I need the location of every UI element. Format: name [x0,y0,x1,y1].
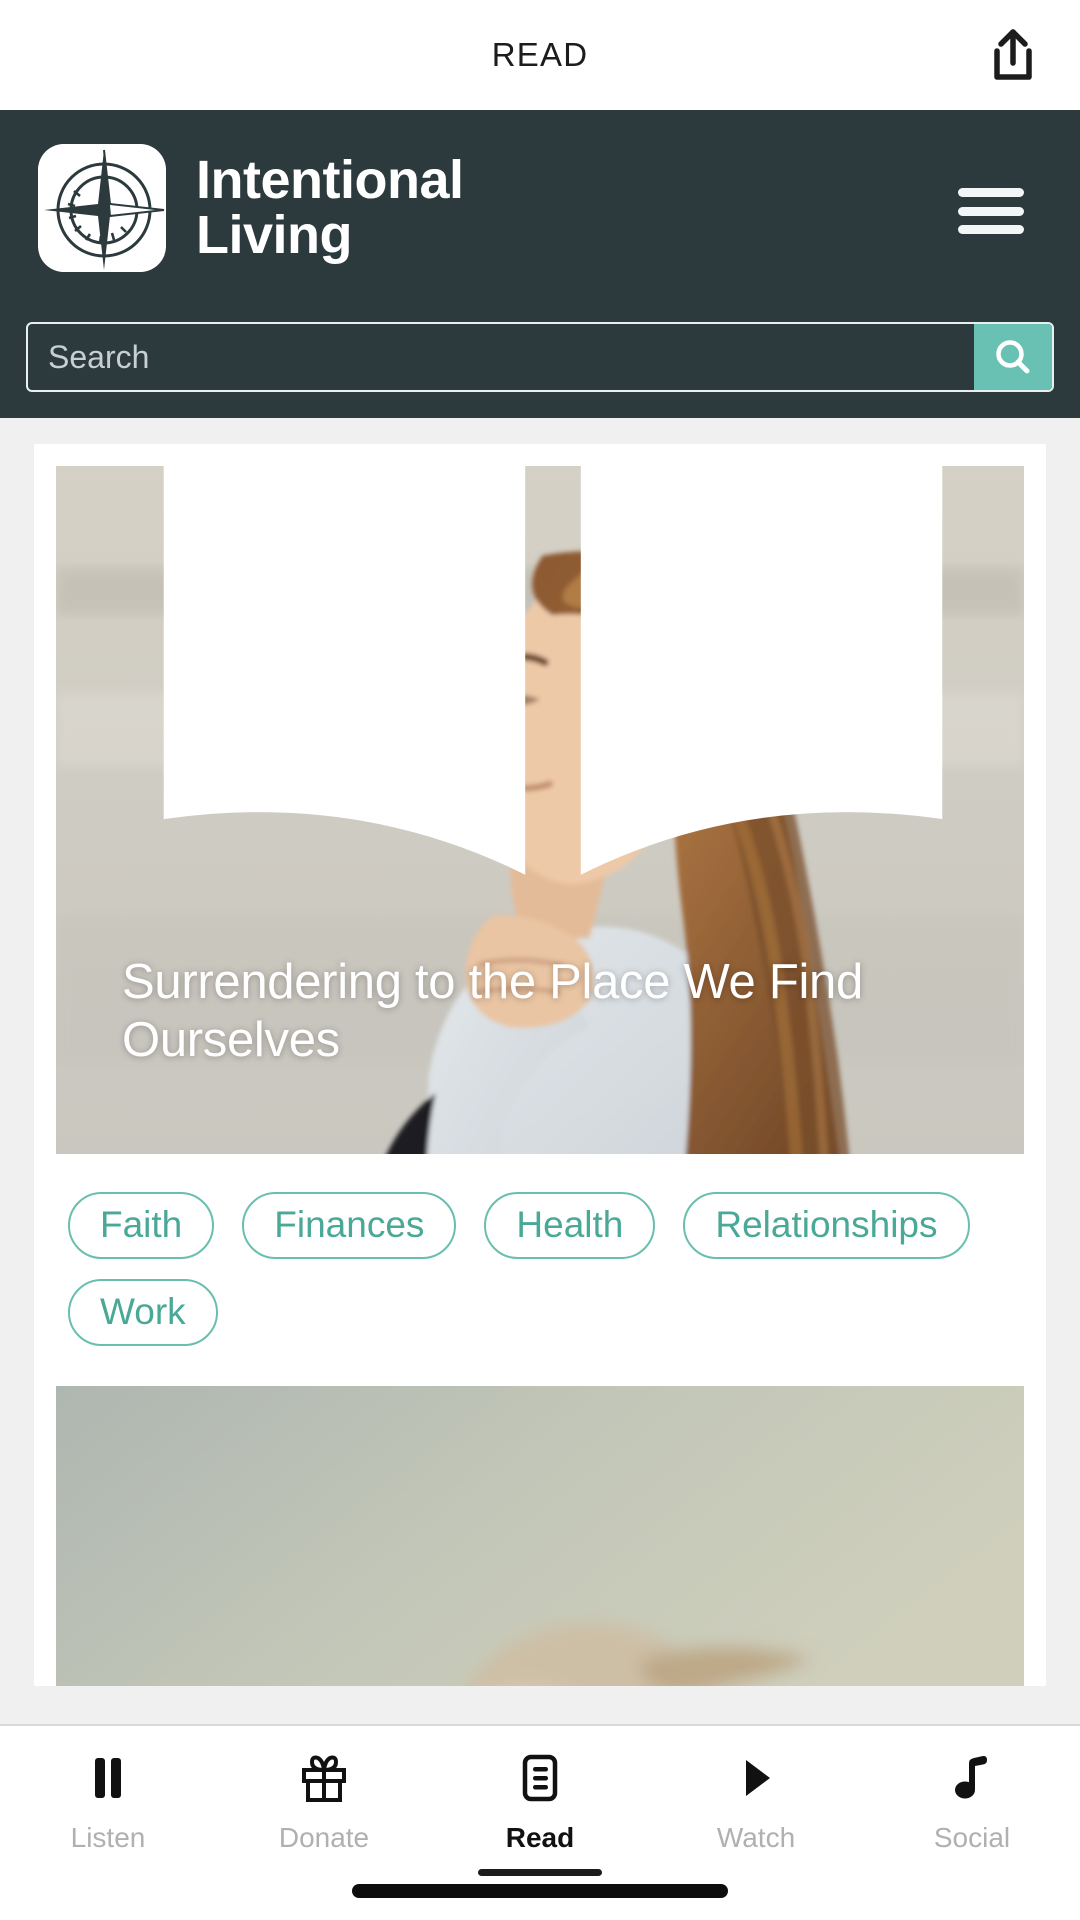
tag-health[interactable]: Health [484,1192,656,1259]
brand-name-line1: Intentional [196,149,464,210]
tab-donate[interactable]: Donate [216,1750,432,1854]
play-icon [736,1750,776,1806]
tab-read-label: Read [505,1822,575,1853]
brand-name: Intentional Living [196,149,464,265]
article-card[interactable]: Surrendering to the Place We Find Oursel… [34,444,1046,1686]
music-note-icon [951,1750,993,1806]
hamburger-bar [958,225,1024,234]
article-hero-overlay: Surrendering to the Place We Find Oursel… [122,466,984,1070]
gift-icon [298,1750,350,1806]
article-feed[interactable]: Surrendering to the Place We Find Oursel… [0,418,1080,1724]
search-bar [26,322,1054,392]
search-submit-button[interactable] [974,324,1052,390]
article-title[interactable]: Surrendering to the Place We Find Oursel… [122,954,984,1070]
hamburger-bar [958,188,1024,197]
app-screen: READ Intentional Living Search Surrender… [0,0,1080,1920]
tag-faith[interactable]: Faith [68,1192,215,1259]
brand-name-line2: Living [196,205,353,265]
page-title: READ [491,36,589,73]
tab-listen-label: Listen [70,1822,146,1853]
tab-donate-label: Donate [278,1822,370,1853]
active-tab-indicator [478,1869,602,1876]
tab-read[interactable]: Read [432,1750,648,1876]
brand-row: Intentional Living [28,110,1052,306]
home-indicator [352,1884,728,1898]
tag-finances[interactable]: Finances [242,1192,457,1259]
tab-social[interactable]: Social [864,1750,1080,1854]
search-icon [996,340,1030,374]
hamburger-menu-icon[interactable] [958,188,1024,234]
tab-watch-label: Watch [716,1822,796,1853]
share-icon[interactable] [982,24,1044,86]
next-article-hero-image[interactable] [56,1386,1024,1686]
document-icon [518,1750,562,1806]
tag-work[interactable]: Work [68,1279,218,1346]
tab-listen[interactable]: Listen [0,1750,216,1854]
bottom-tab-bar: Listen Donate Read Watch Social [0,1724,1080,1920]
pause-icon [86,1750,130,1806]
search-input[interactable] [28,324,974,390]
article-tag-list: Faith Finances Health Relationships Work [56,1154,1024,1386]
tab-watch[interactable]: Watch [648,1750,864,1854]
top-nav-bar: READ [0,0,1080,110]
brand-header: Intentional Living [0,110,1080,418]
tab-social-label: Social [933,1822,1011,1853]
tag-relationships[interactable]: Relationships [683,1192,970,1259]
compass-logo-icon [38,144,166,272]
article-hero-image[interactable]: Surrendering to the Place We Find Oursel… [56,466,1024,1154]
open-book-icon [122,466,984,930]
hamburger-bar [958,206,1024,216]
